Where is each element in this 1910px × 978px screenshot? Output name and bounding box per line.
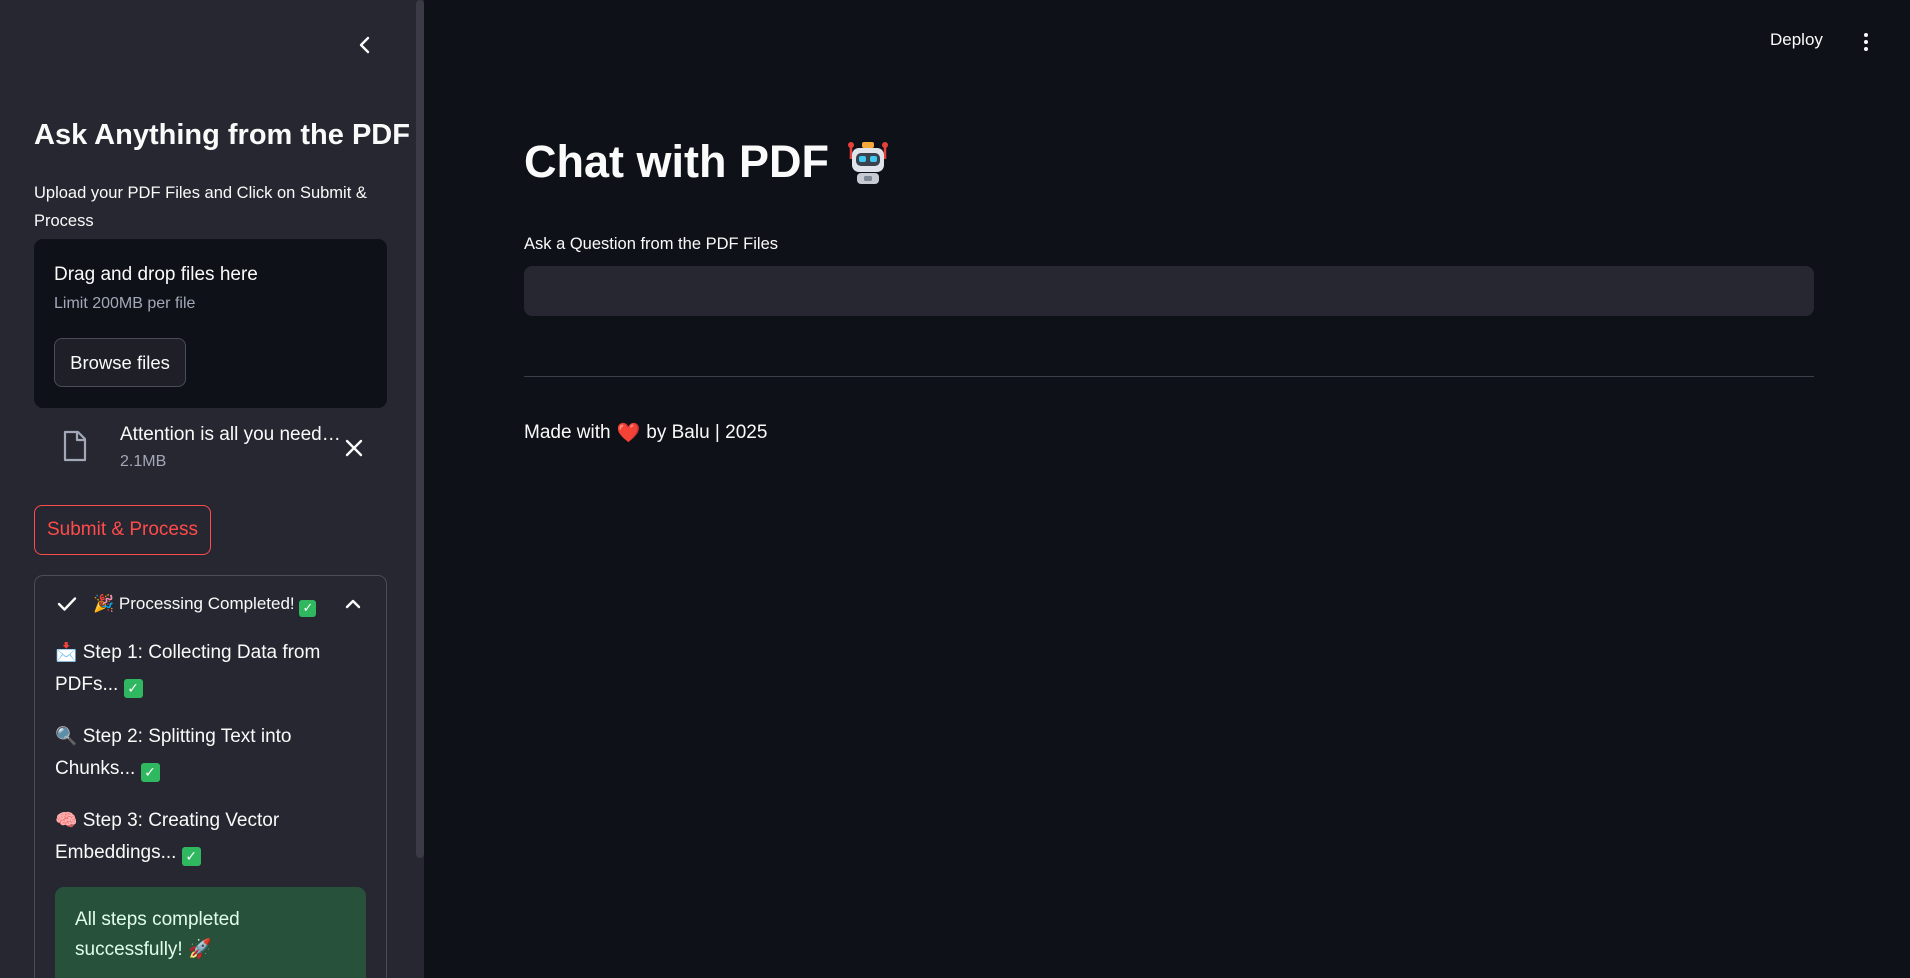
uploaded-file: Attention is all you need… 2.1MB [34, 420, 387, 480]
question-label: Ask a Question from the PDF Files [524, 235, 779, 253]
divider [524, 376, 1814, 377]
checkmark-icon: ✓ [181, 846, 201, 866]
dropzone-title: Drag and drop files here [54, 264, 258, 285]
inbox-icon: 📩 [55, 642, 78, 662]
dropzone-limit: Limit 200MB per file [54, 295, 196, 312]
footer-made-with: Made with [524, 422, 611, 443]
step-text: Step 1: Collecting Data from PDFs... [55, 642, 321, 695]
brain-icon: 🧠 [55, 810, 78, 830]
robot-icon [847, 142, 888, 184]
question-input[interactable] [524, 266, 1814, 316]
sidebar-scrollbar[interactable] [416, 0, 424, 858]
file-name: Attention is all you need… [120, 424, 341, 445]
check-icon [57, 597, 77, 611]
checkmark-icon: ✓ [299, 599, 317, 617]
collapse-sidebar-button[interactable] [350, 30, 380, 60]
dot [1864, 47, 1868, 51]
status-label: 🎉 Processing Completed! ✓ [93, 594, 317, 617]
remove-file-icon[interactable] [342, 436, 366, 460]
checkmark-icon: ✓ [140, 762, 160, 782]
sidebar-title: Ask Anything from the PDF [34, 119, 410, 151]
chevron-left-icon [359, 36, 370, 54]
checkmark-icon: ✓ [123, 678, 143, 698]
dot [1864, 33, 1868, 37]
footer: Made with ❤️ by Balu | 2025 [524, 421, 767, 445]
sidebar-description: Upload your PDF Files and Click on Submi… [34, 184, 367, 230]
step-item: 📩 Step 1: Collecting Data from PDFs... ✓ [55, 636, 375, 701]
deploy-button[interactable]: Deploy [1770, 30, 1823, 50]
file-dropzone[interactable]: Drag and drop files here Limit 200MB per… [34, 239, 387, 408]
magnifier-icon: 🔍 [55, 726, 78, 746]
status-expander: 🎉 Processing Completed! ✓ 📩 Step 1: Coll… [34, 575, 387, 978]
sidebar: Ask Anything from the PDF Upload your PD… [0, 0, 424, 978]
submit-process-button[interactable]: Submit & Process [34, 505, 211, 555]
footer-credit: by Balu | 2025 [646, 422, 768, 443]
success-message: All steps completed successfully! 🚀 [55, 887, 366, 978]
status-header[interactable]: 🎉 Processing Completed! ✓ [35, 576, 386, 634]
browse-files-button[interactable]: Browse files [54, 338, 186, 387]
step-item: 🧠 Step 3: Creating Vector Embeddings... … [55, 804, 375, 869]
chevron-up-icon [345, 599, 361, 609]
step-item: 🔍 Step 2: Splitting Text into Chunks... … [55, 720, 375, 785]
more-options-button[interactable] [1856, 28, 1876, 56]
heart-icon: ❤️ [616, 423, 641, 444]
step-text: Step 2: Splitting Text into Chunks... [55, 726, 292, 779]
page-title: Chat with PDF [524, 136, 893, 188]
step-text: Step 3: Creating Vector Embeddings... [55, 810, 280, 863]
file-icon [63, 430, 87, 462]
file-size: 2.1MB [120, 453, 167, 470]
dot [1864, 40, 1868, 44]
